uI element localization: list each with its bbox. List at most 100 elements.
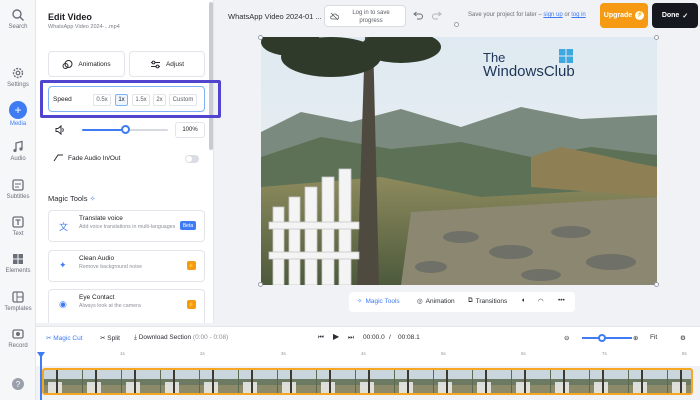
resize-handle-bottom-left[interactable] xyxy=(258,282,263,287)
section-range: (0:00 - 0:08) xyxy=(192,334,229,341)
magic-cut-button[interactable]: ✂ Magic Cut xyxy=(46,334,83,342)
fit-button[interactable]: Fit xyxy=(650,334,657,341)
panel-scrollbar[interactable] xyxy=(209,2,213,150)
login-line-1: Log in to save xyxy=(352,10,390,16)
timeline-ruler[interactable]: 1s 2s 3s 4s 5s 6s 7s 8s xyxy=(36,348,700,366)
speaker-icon[interactable] xyxy=(54,124,66,136)
ruler-tick-label: 2s xyxy=(200,351,205,356)
clip-thumbnail xyxy=(395,370,433,393)
redo-icon[interactable] xyxy=(432,11,443,21)
rail-label-text: Text xyxy=(12,231,24,237)
speaker-icon: 🔈︎ xyxy=(522,297,526,304)
rail-audio[interactable]: Audio xyxy=(0,140,36,162)
magic-tools-title: Magic Tools ✧ xyxy=(48,194,95,203)
clip-thumbnail xyxy=(239,370,277,393)
total-time: 00:08.1 xyxy=(398,334,420,341)
clip-thumbnail xyxy=(44,370,82,393)
rotate-handle[interactable] xyxy=(454,22,459,27)
rail-label-record: Record xyxy=(8,343,28,349)
lightning-icon: ⚡ xyxy=(635,11,645,20)
rail-help[interactable]: ? xyxy=(0,377,36,393)
ruler-tick-label: 3s xyxy=(281,351,286,356)
fade-audio-toggle[interactable] xyxy=(185,155,199,163)
transitions-button[interactable]: ⧉ Transitions xyxy=(468,297,507,305)
clip-thumbnail xyxy=(278,370,316,393)
canvas-toolbar: ✧ Magic Tools ◎ Animation ⧉ Transitions … xyxy=(349,292,575,312)
ruler-tick-label: 5s xyxy=(441,351,446,356)
timeline-toolbar: ✂ Magic Cut ✂ Split ⤓ Download Section (… xyxy=(36,326,700,348)
resize-handle-top-right[interactable] xyxy=(654,35,659,40)
done-label: Done xyxy=(661,12,680,19)
sign-up-link[interactable]: sign up xyxy=(543,12,562,18)
playhead[interactable] xyxy=(40,352,42,400)
plus-icon: + xyxy=(9,101,27,119)
animation-button[interactable]: ◎ Animation xyxy=(417,297,455,306)
time-separator: / xyxy=(389,334,391,341)
watermark-line-2: WindowsClub xyxy=(483,63,575,80)
skip-back-button[interactable]: ⏮ xyxy=(318,334,324,342)
save-project-text: Save your project for later – sign up or… xyxy=(468,12,586,18)
play-button[interactable]: ▶ xyxy=(333,332,339,341)
rail-subtitles[interactable]: Subtitles xyxy=(0,178,36,200)
split-label: Split xyxy=(107,335,120,342)
magic-tools-title-text: Magic Tools xyxy=(48,194,88,203)
upgrade-button[interactable]: Upgrade ⚡ xyxy=(600,3,648,28)
rail-record[interactable]: Record xyxy=(0,327,36,349)
skip-forward-button[interactable]: ⏭ xyxy=(348,334,354,342)
login-line-2: progress xyxy=(359,18,383,24)
skip-forward-icon: ⏭ xyxy=(348,334,354,341)
adjust-button[interactable]: Adjust xyxy=(129,51,205,77)
sparkle-icon: ✧ xyxy=(89,196,96,203)
clip-thumbnail xyxy=(473,370,511,393)
split-button[interactable]: ✂ Split xyxy=(100,334,120,342)
magic-tools-button[interactable]: ✧ Magic Tools xyxy=(357,297,400,306)
magic-tool-clean-audio[interactable]: ✦ Clean Audio Remove background noise ⚡ xyxy=(48,250,205,282)
more-options-button[interactable]: ••• xyxy=(558,297,565,304)
resize-handle-bottom-right[interactable] xyxy=(654,282,659,287)
magic-tool-eye-contact[interactable]: ◉ Eye Contact Always look at the camera … xyxy=(48,289,205,323)
scissors-icon: ✂ xyxy=(100,335,106,342)
rail-label-audio: Audio xyxy=(10,156,26,162)
speed-button[interactable]: ◠ xyxy=(538,297,544,305)
magic-tools-label: Magic Tools xyxy=(365,297,400,305)
magic-tool-title: Eye Contact xyxy=(79,294,115,301)
magic-tool-translate-voice[interactable]: 文 Translate voice Add voice translations… xyxy=(48,210,205,242)
login-to-save-button[interactable]: Log in to save progress xyxy=(324,5,406,27)
save-prefix: Save your project for later – xyxy=(468,12,544,18)
download-section-button[interactable]: ⤓ Download Section (0:00 - 0:08) xyxy=(134,334,228,342)
magic-tool-desc: Add voice translations in multi-language… xyxy=(79,224,176,230)
rail-search[interactable]: Search xyxy=(0,8,36,30)
record-icon xyxy=(12,329,24,339)
timeline-settings-button[interactable]: ⚙ xyxy=(680,334,686,342)
rail-templates[interactable]: Templates xyxy=(0,290,36,312)
rail-text[interactable]: Text xyxy=(0,215,36,237)
transitions-label: Transitions xyxy=(475,297,508,305)
volume-value[interactable]: 100% xyxy=(175,122,205,138)
fade-icon xyxy=(53,154,63,162)
rail-media[interactable]: + Media xyxy=(0,101,36,127)
download-section-label: Download Section xyxy=(138,334,192,341)
log-in-link[interactable]: log in xyxy=(571,12,585,18)
resize-handle-top-left[interactable] xyxy=(258,35,263,40)
video-track-clip[interactable] xyxy=(42,368,693,395)
rail-elements[interactable]: Elements xyxy=(0,252,36,274)
magic-cut-label: Magic Cut xyxy=(53,335,83,342)
zoom-slider-track[interactable] xyxy=(582,337,632,339)
animations-button[interactable]: Animations xyxy=(48,51,125,77)
zoom-slider-handle[interactable] xyxy=(598,334,606,342)
done-button[interactable]: Done ✓ xyxy=(652,3,698,28)
volume-row: 100% xyxy=(48,120,205,140)
video-preview[interactable]: The WindowsClub xyxy=(261,37,657,285)
ruler-tick-label: 6s xyxy=(521,351,526,356)
magic-tool-title: Translate voice xyxy=(79,215,123,222)
volume-button[interactable]: 🔈︎ xyxy=(522,297,526,305)
rail-settings[interactable]: Settings xyxy=(0,66,36,88)
volume-slider-handle[interactable] xyxy=(121,125,130,134)
undo-icon[interactable] xyxy=(412,11,423,21)
project-file-name[interactable]: WhatsApp Video 2024-01 ... xyxy=(228,12,322,21)
zoom-out-button[interactable]: ⊖ xyxy=(564,334,569,342)
windows-logo-icon xyxy=(559,49,573,63)
zoom-in-button[interactable]: ⊕ xyxy=(633,334,638,342)
subtitles-icon xyxy=(12,179,24,191)
text-icon xyxy=(12,216,24,228)
